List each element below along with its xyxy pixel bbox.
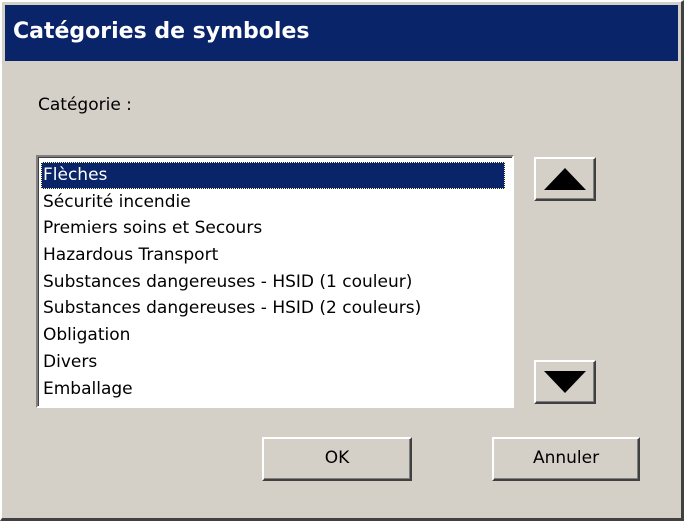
list-item-emballage[interactable]: Emballage bbox=[41, 376, 505, 403]
list-item-hsid-1-couleur[interactable]: Substances dangereuses - HSID (1 couleur… bbox=[41, 269, 505, 296]
symbol-categories-dialog: Catégories de symboles Catégorie : Flèch… bbox=[0, 0, 684, 521]
scroll-down-button[interactable] bbox=[534, 360, 596, 404]
arrow-down-icon bbox=[544, 371, 586, 393]
category-list: Flèches Sécurité incendie Premiers soins… bbox=[41, 162, 505, 402]
list-item-securite-incendie[interactable]: Sécurité incendie bbox=[41, 189, 505, 216]
category-label: Catégorie : bbox=[38, 95, 132, 115]
title-bar[interactable]: Catégories de symboles bbox=[5, 5, 678, 61]
cancel-button[interactable]: Annuler bbox=[492, 437, 640, 481]
list-item-divers[interactable]: Divers bbox=[41, 349, 505, 376]
list-item-premiers-soins[interactable]: Premiers soins et Secours bbox=[41, 215, 505, 242]
arrow-up-icon bbox=[544, 168, 586, 190]
list-item-hsid-2-couleurs[interactable]: Substances dangereuses - HSID (2 couleur… bbox=[41, 295, 505, 322]
category-listbox[interactable]: Flèches Sécurité incendie Premiers soins… bbox=[36, 155, 514, 408]
list-item-fleches[interactable]: Flèches bbox=[41, 162, 505, 189]
list-item-hazardous-transport[interactable]: Hazardous Transport bbox=[41, 242, 505, 269]
window-title: Catégories de symboles bbox=[13, 19, 310, 44]
scroll-up-button[interactable] bbox=[534, 157, 596, 201]
ok-button[interactable]: OK bbox=[262, 437, 412, 481]
list-item-obligation[interactable]: Obligation bbox=[41, 322, 505, 349]
